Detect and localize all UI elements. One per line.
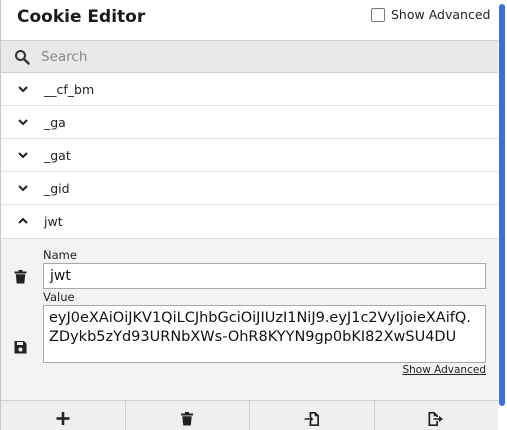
delete-all-button[interactable] (126, 401, 250, 430)
search-icon (15, 50, 30, 65)
save-icon[interactable] (14, 340, 27, 354)
plus-icon (56, 412, 70, 425)
bottom-toolbar (1, 400, 498, 430)
show-advanced-checkbox[interactable] (371, 7, 385, 22)
chevron-down-icon (18, 152, 28, 159)
show-advanced-link[interactable]: Show Advanced (402, 364, 486, 376)
name-label: Name (43, 248, 77, 262)
cookie-row-expanded[interactable]: jwt (1, 205, 498, 238)
cookie-name: _gid (44, 181, 70, 196)
show-advanced-label: Show Advanced (391, 7, 491, 22)
import-icon (304, 412, 319, 426)
page-title: Cookie Editor (17, 7, 146, 27)
cookie-name-field[interactable]: jwt (43, 263, 486, 289)
export-icon (428, 412, 444, 426)
chevron-down-icon (18, 119, 28, 126)
cookie-editor-panel: Cookie Editor Show Advanced __cf_bm _ga … (0, 0, 498, 430)
cookie-row[interactable]: _gat (1, 139, 498, 172)
add-cookie-button[interactable] (1, 401, 126, 430)
show-advanced-toggle[interactable]: Show Advanced (371, 7, 490, 22)
cookie-name: _ga (44, 115, 66, 130)
cookie-value-field[interactable]: eyJ0eXAiOiJKV1QiLCJhbGciOiJIUzI1NiJ9.eyJ… (43, 305, 486, 363)
cookie-detail-editor: Name jwt Value eyJ0eXAiOiJKV1QiLCJhbGciO… (1, 238, 498, 400)
chevron-down-icon (18, 86, 28, 93)
search-bar (1, 40, 498, 73)
cookie-name: jwt (44, 214, 63, 229)
search-input[interactable] (41, 47, 481, 67)
cookie-name: __cf_bm (44, 82, 95, 97)
chevron-up-icon (18, 217, 28, 224)
scrollbar-thumb[interactable] (499, 4, 505, 406)
value-label: Value (43, 290, 75, 304)
scrollbar[interactable] (498, 0, 507, 430)
cookie-row[interactable]: _gid (1, 172, 498, 205)
import-button[interactable] (250, 401, 375, 430)
cookie-row[interactable]: _ga (1, 106, 498, 139)
trash-icon (181, 412, 194, 426)
cookie-name: _gat (44, 148, 71, 163)
chevron-down-icon (18, 185, 28, 192)
header: Cookie Editor Show Advanced (1, 0, 498, 40)
trash-icon[interactable] (14, 270, 27, 284)
cookie-row[interactable]: __cf_bm (1, 73, 498, 106)
export-button[interactable] (375, 401, 499, 430)
